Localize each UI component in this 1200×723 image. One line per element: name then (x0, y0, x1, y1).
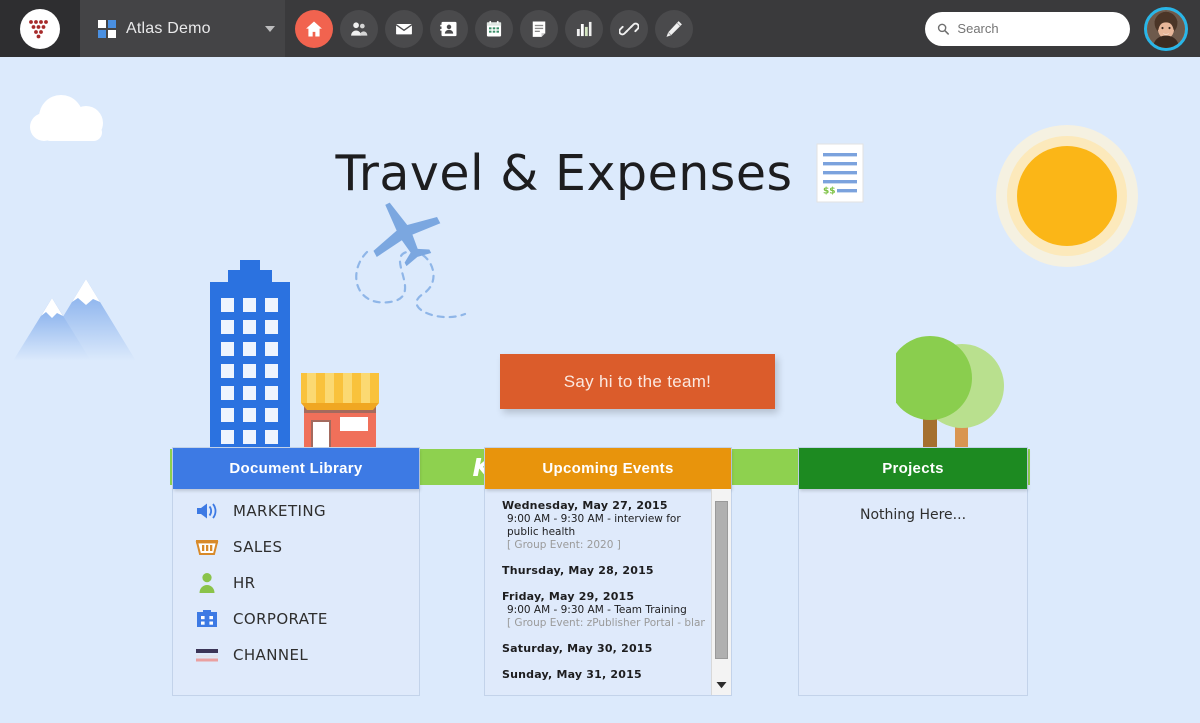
page-root: Atlas Demo Search Travel & Expenses $$ S… (0, 0, 1200, 723)
event-time: 9:00 AM - 9:30 AM - Team Training (507, 604, 687, 617)
document-library-title: Document Library (229, 460, 363, 477)
nav-documents-button[interactable] (520, 9, 558, 48)
svg-text:$$: $$ (823, 187, 836, 197)
nav-people-button[interactable] (340, 9, 378, 48)
event-time: 9:00 AM - 9:30 AM - interview for public… (507, 513, 681, 539)
event-group[interactable]: Friday, May 29, 2015 9:00 AM - 9:30 AM -… (502, 590, 705, 629)
upcoming-events-title: Upcoming Events (542, 460, 674, 477)
doc-item-sales[interactable]: SALES (195, 536, 419, 558)
topbar-right-group (925, 6, 1200, 51)
trees-icon (896, 336, 1004, 451)
office-building-icon (210, 260, 290, 450)
site-selector[interactable]: Atlas Demo (80, 0, 285, 57)
people-icon (351, 21, 368, 36)
search-input[interactable] (957, 21, 1118, 36)
hero-title-row: Travel & Expenses $$ (0, 142, 1200, 204)
event-meta: [ Group Event: zPublisher Portal - blank (507, 617, 705, 630)
doc-item-corporate[interactable]: CORPORATE (195, 608, 419, 630)
upcoming-events-body: Wednesday, May 27, 2015 9:00 AM - 9:30 A… (485, 489, 731, 695)
receipt-document-icon: $$ (816, 143, 863, 203)
say-hi-button-label: Say hi to the team! (563, 371, 712, 391)
event-group[interactable]: Wednesday, May 27, 2015 9:00 AM - 9:30 A… (502, 499, 705, 551)
nav-links-button[interactable] (610, 9, 648, 48)
projects-panel: Projects Nothing Here... (798, 447, 1028, 696)
storefront-icon (301, 373, 379, 451)
chart-icon (576, 21, 592, 36)
nav-calendar-button[interactable] (475, 9, 513, 48)
doc-item-label: HR (233, 574, 256, 592)
event-meta: [ Group Event: 2020 ] (507, 539, 621, 552)
speaker-icon (195, 500, 219, 522)
logo-circle (20, 8, 60, 49)
doc-item-label: CORPORATE (233, 610, 328, 628)
dots-grid-logo-icon (29, 19, 48, 38)
search-icon (937, 23, 949, 35)
app-logo[interactable] (0, 0, 80, 57)
event-date: Wednesday, May 27, 2015 (502, 499, 668, 512)
projects-title: Projects (882, 460, 944, 477)
nav-contacts-button[interactable] (430, 9, 468, 48)
bars-icon (195, 644, 219, 666)
basket-icon (195, 536, 219, 558)
nav-icon-group (295, 9, 693, 48)
building-icon (195, 608, 219, 630)
event-date: Saturday, May 30, 2015 (502, 642, 653, 656)
search-box[interactable] (925, 11, 1130, 46)
upcoming-events-panel: Upcoming Events Wednesday, May 27, 2015 … (484, 447, 732, 696)
scrollbar-track[interactable] (712, 489, 731, 675)
nav-home-button[interactable] (295, 9, 333, 48)
events-list: Wednesday, May 27, 2015 9:00 AM - 9:30 A… (485, 489, 731, 695)
top-navigation-bar: Atlas Demo (0, 0, 1200, 57)
nav-mail-button[interactable] (385, 9, 423, 48)
grid-icon (98, 19, 116, 38)
projects-header: Projects (799, 448, 1027, 489)
doc-item-label: CHANNEL (233, 646, 309, 664)
page-title: Travel & Expenses (335, 144, 793, 202)
mountains-icon (13, 279, 136, 361)
say-hi-button[interactable]: Say hi to the team! (500, 354, 775, 409)
doc-item-label: MARKETING (233, 502, 326, 520)
document-library-header: Document Library (173, 448, 419, 489)
projects-body: Nothing Here... (799, 489, 1027, 695)
calendar-icon (486, 20, 502, 36)
document-library-list: MARKETING SALES HR CORPORATE CHANNEL (173, 489, 419, 666)
event-date: Thursday, May 28, 2015 (502, 564, 654, 578)
chevron-down-icon[interactable] (265, 25, 275, 32)
doc-item-marketing[interactable]: MARKETING (195, 500, 419, 522)
document-library-panel: Document Library MARKETING SALES HR CORP… (172, 447, 420, 696)
mail-icon (395, 23, 413, 34)
events-scrollbar[interactable] (711, 489, 731, 695)
event-group[interactable]: Saturday, May 30, 2015 (502, 642, 705, 655)
event-group[interactable]: Thursday, May 28, 2015 (502, 564, 705, 577)
scroll-down-arrow-icon[interactable] (712, 675, 731, 695)
home-icon (306, 21, 322, 36)
airplane-icon (345, 202, 480, 337)
site-name-label: Atlas Demo (126, 19, 211, 37)
person-icon (195, 572, 219, 594)
avatar[interactable] (1144, 6, 1188, 51)
user-avatar-image (1147, 9, 1185, 48)
event-date: Friday, May 29, 2015 (502, 590, 635, 604)
event-group[interactable]: Sunday, May 31, 2015 (502, 668, 705, 681)
doc-item-label: SALES (233, 538, 283, 556)
document-library-body: MARKETING SALES HR CORPORATE CHANNEL (173, 489, 419, 695)
event-date: Sunday, May 31, 2015 (502, 668, 642, 682)
nav-reports-button[interactable] (565, 9, 603, 48)
nav-notes-button[interactable] (655, 9, 693, 48)
document-icon (532, 21, 546, 37)
projects-empty-text: Nothing Here... (859, 507, 967, 523)
doc-item-hr[interactable]: HR (195, 572, 419, 594)
pen-icon (666, 20, 682, 37)
doc-item-channel[interactable]: CHANNEL (195, 644, 419, 666)
link-icon (619, 22, 639, 35)
scrollbar-thumb[interactable] (715, 501, 728, 659)
contact-icon (440, 21, 457, 36)
upcoming-events-header: Upcoming Events (485, 448, 731, 489)
